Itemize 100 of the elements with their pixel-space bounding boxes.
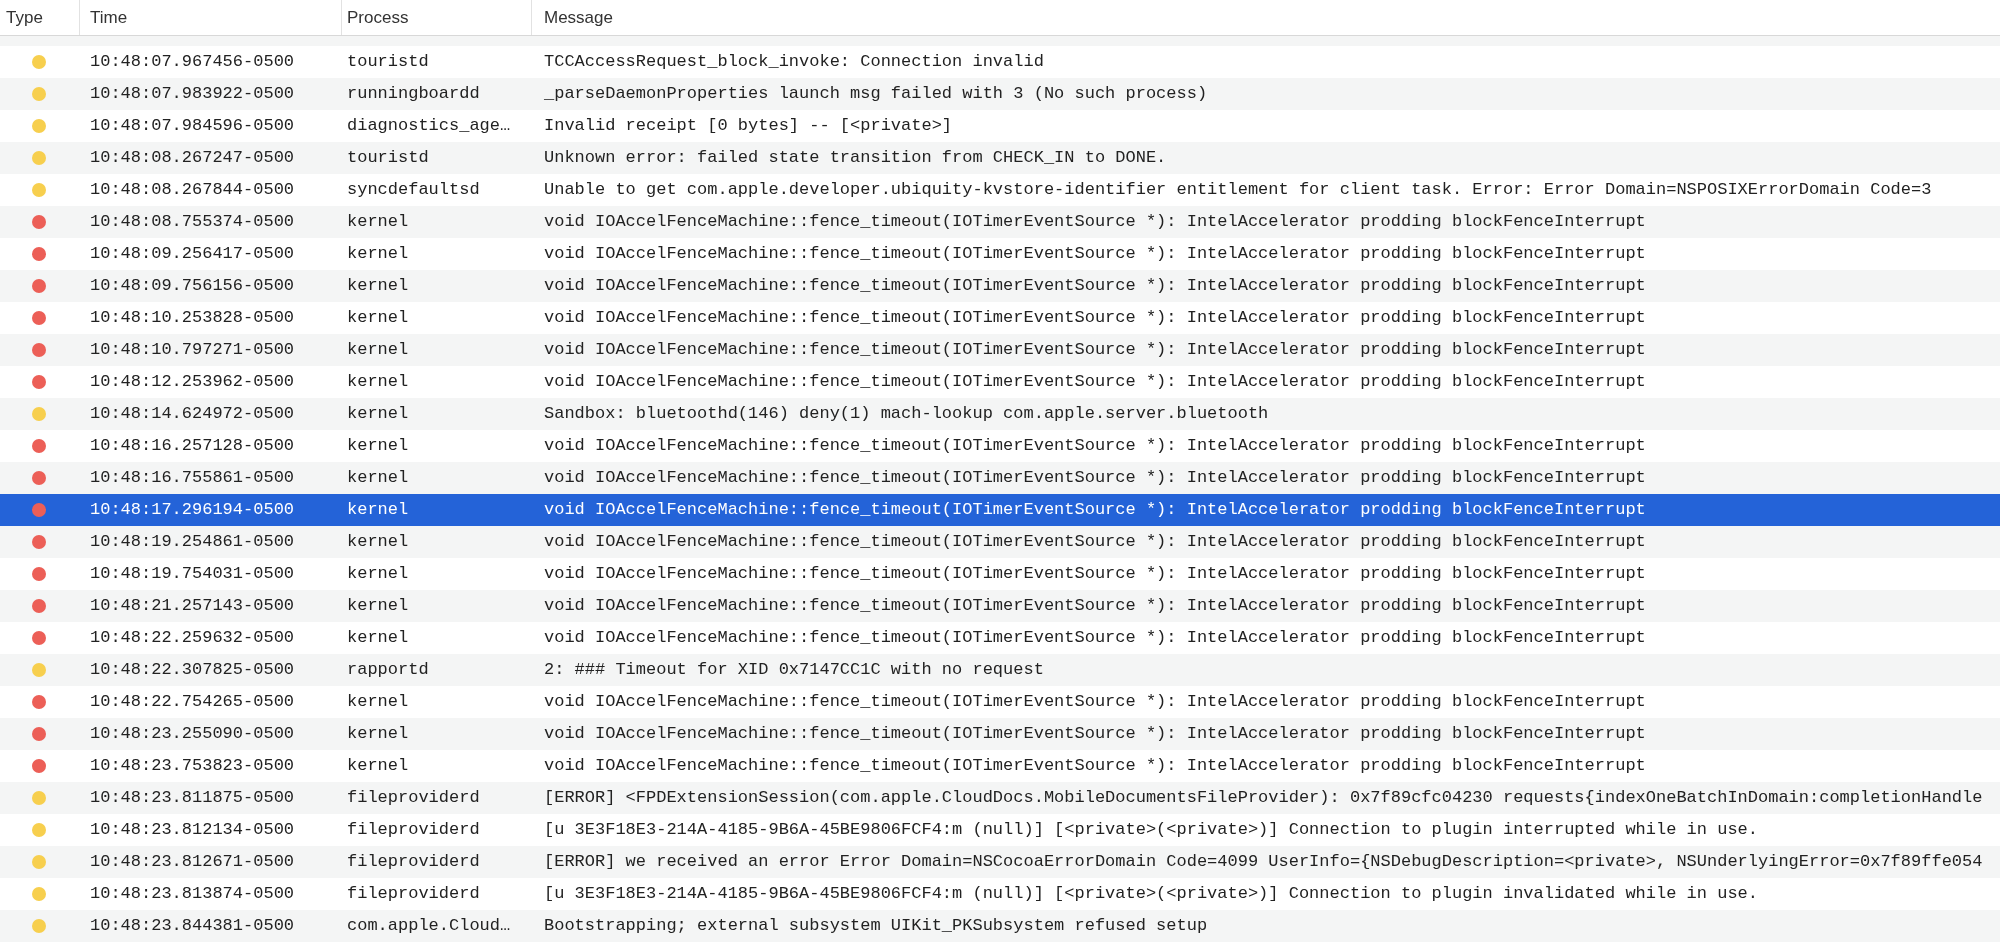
log-row[interactable]: 10:48:23.811875-0500 fileproviderd [ERROR] <FPDExtensionSession(com.apple.CloudDocs.MobileDocumentsFileProvider): 0x7f89cfc04230 requests{indexOneBatchInDomain:completionHandle [0, 782, 2000, 814]
log-row[interactable]: 10:48:19.254861-0500 kernel void IOAccelFenceMachine::fence_timeout(IOTimerEventSource *): IntelAccelerator prodding blockFenceInterrupt [0, 526, 2000, 558]
message-cell: _parseDaemonProperties launch msg failed with 3 (No such process) [544, 84, 1208, 104]
process-cell: fileproviderd [347, 820, 480, 840]
time-cell: 10:48:10.253828-0500 [90, 308, 295, 328]
process-cell: kernel [347, 276, 409, 296]
process-cell: diagnostics_age… [347, 116, 511, 136]
process-cell: kernel [347, 340, 409, 360]
time-cell: 10:48:23.812671-0500 [90, 852, 295, 872]
message-cell: Invalid receipt [0 bytes] -- [<private>] [544, 116, 953, 136]
time-cell: 10:48:16.755861-0500 [90, 468, 295, 488]
log-row[interactable]: 10:48:09.756156-0500 kernel void IOAccelFenceMachine::fence_timeout(IOTimerEventSource *): IntelAccelerator prodding blockFenceInterrupt [0, 270, 2000, 302]
process-cell: kernel [347, 564, 409, 584]
time-cell: 10:48:09.756156-0500 [90, 276, 295, 296]
log-row[interactable]: 10:48:21.257143-0500 kernel void IOAccelFenceMachine::fence_timeout(IOTimerEventSource *): IntelAccelerator prodding blockFenceInterrupt [0, 590, 2000, 622]
process-cell: kernel [347, 692, 409, 712]
process-cell: kernel [347, 436, 409, 456]
process-cell: kernel [347, 532, 409, 552]
process-cell: fileproviderd [347, 884, 480, 904]
log-row[interactable]: 10:48:23.812671-0500 fileproviderd [ERROR] we received an error Error Domain=NSCocoaErrorDomain Code=4099 UserInfo={NSDebugDescription=<private>, NSUnderlyingError=0x7f89ffe054 [0, 846, 2000, 878]
message-cell: Unable to get com.apple.developer.ubiquity-kvstore-identifier entitlement for client task. Error: Error Domain=NSPOSIXErrorDomain Code=3 [544, 180, 1932, 200]
process-cell: kernel [347, 372, 409, 392]
message-cell: void IOAccelFenceMachine::fence_timeout(IOTimerEventSource *): IntelAccelerator prodding blockFenceInterrupt [544, 724, 1646, 744]
process-cell: kernel [347, 500, 409, 520]
message-cell: void IOAccelFenceMachine::fence_timeout(IOTimerEventSource *): IntelAccelerator prodding blockFenceInterrupt [544, 244, 1646, 264]
message-cell: void IOAccelFenceMachine::fence_timeout(IOTimerEventSource *): IntelAccelerator prodding blockFenceInterrupt [544, 308, 1646, 328]
process-cell: fileproviderd [347, 852, 480, 872]
message-cell: void IOAccelFenceMachine::fence_timeout(IOTimerEventSource *): IntelAccelerator prodding blockFenceInterrupt [544, 276, 1646, 296]
message-cell: void IOAccelFenceMachine::fence_timeout(IOTimerEventSource *): IntelAccelerator prodding blockFenceInterrupt [544, 372, 1646, 392]
time-cell: 10:48:22.307825-0500 [90, 660, 295, 680]
time-cell: 10:48:10.797271-0500 [90, 340, 295, 360]
message-cell: 2: ### Timeout for XID 0x7147CC1C with no request [544, 660, 1044, 680]
time-cell: 10:48:23.812134-0500 [90, 820, 295, 840]
process-cell: fileproviderd [347, 788, 480, 808]
message-cell: Unknown error: failed state transition from CHECK_IN to DONE. [544, 148, 1167, 168]
time-cell: 10:48:12.253962-0500 [90, 372, 295, 392]
message-cell: [u 3E3F18E3-214A-4185-9B6A-45BE9806FCF4:m (null)] [<private>(<private>)] Connection to plugin interrupted while in use. [544, 820, 1758, 840]
message-cell: [ERROR] we received an error Error Domain=NSCocoaErrorDomain Code=4099 UserInfo={NSDebugDescription=<private>, NSUnderlyingError=0x7f89ffe054 [544, 852, 1983, 872]
log-row[interactable]: 10:48:16.755861-0500 kernel void IOAccelFenceMachine::fence_timeout(IOTimerEventSource *): IntelAccelerator prodding blockFenceInterrupt [0, 462, 2000, 494]
process-cell: kernel [347, 756, 409, 776]
column-header[interactable]: Process [347, 4, 409, 31]
process-cell: syncdefaultsd [347, 180, 480, 200]
process-cell: kernel [347, 308, 409, 328]
log-row[interactable]: 10:48:22.307825-0500 rapportd 2: ### Timeout for XID 0x7147CC1C with no request [0, 654, 2000, 686]
process-cell: rapportd [347, 660, 429, 680]
message-cell: Bootstrapping; external subsystem UIKit_PKSubsystem refused setup [544, 916, 1208, 936]
time-cell: 10:48:09.256417-0500 [90, 244, 295, 264]
process-cell: touristd [347, 52, 429, 72]
time-cell: 10:48:19.754031-0500 [90, 564, 295, 584]
message-cell: void IOAccelFenceMachine::fence_timeout(IOTimerEventSource *): IntelAccelerator prodding blockFenceInterrupt [544, 212, 1646, 232]
log-row[interactable]: 10:48:08.267247-0500 touristd Unknown error: failed state transition from CHECK_IN to DONE. [0, 142, 2000, 174]
message-cell: void IOAccelFenceMachine::fence_timeout(IOTimerEventSource *): IntelAccelerator prodding blockFenceInterrupt [544, 340, 1646, 360]
message-cell: void IOAccelFenceMachine::fence_timeout(IOTimerEventSource *): IntelAccelerator prodding blockFenceInterrupt [544, 500, 1646, 520]
message-cell: [ERROR] <FPDExtensionSession(com.apple.CloudDocs.MobileDocumentsFileProvider): 0x7f89cfc04230 requests{indexOneBatchInDomain:completionHandle [544, 788, 1983, 808]
process-cell: kernel [347, 628, 409, 648]
time-cell: 10:48:07.983922-0500 [90, 84, 295, 104]
time-cell: 10:48:23.255090-0500 [90, 724, 295, 744]
process-cell: kernel [347, 596, 409, 616]
time-cell: 10:48:22.259632-0500 [90, 628, 295, 648]
message-cell: void IOAccelFenceMachine::fence_timeout(IOTimerEventSource *): IntelAccelerator prodding blockFenceInterrupt [544, 532, 1646, 552]
process-cell: kernel [347, 244, 409, 264]
time-cell: 10:48:23.753823-0500 [90, 756, 295, 776]
log-row[interactable]: 10:48:08.755374-0500 kernel void IOAccelFenceMachine::fence_timeout(IOTimerEventSource *): IntelAccelerator prodding blockFenceInterrupt [0, 206, 2000, 238]
time-cell: 10:48:08.267844-0500 [90, 180, 295, 200]
message-cell: Sandbox: bluetoothd(146) deny(1) mach-lookup com.apple.server.bluetooth [544, 404, 1269, 424]
time-cell: 10:48:08.267247-0500 [90, 148, 295, 168]
log-row[interactable]: 10:48:10.797271-0500 kernel void IOAccelFenceMachine::fence_timeout(IOTimerEventSource *): IntelAccelerator prodding blockFenceInterrupt [0, 334, 2000, 366]
message-cell: [u 3E3F18E3-214A-4185-9B6A-45BE9806FCF4:m (null)] [<private>(<private>)] Connection to plugin invalidated while in use. [544, 884, 1758, 904]
process-cell: com.apple.Cloud… [347, 916, 511, 936]
message-cell: void IOAccelFenceMachine::fence_timeout(IOTimerEventSource *): IntelAccelerator prodding blockFenceInterrupt [544, 596, 1646, 616]
time-cell: 10:48:21.257143-0500 [90, 596, 295, 616]
log-row[interactable]: 10:48:17.296194-0500 kernel void IOAccelFenceMachine::fence_timeout(IOTimerEventSource *): IntelAccelerator prodding blockFenceInterrupt [0, 494, 2000, 526]
time-cell: 10:48:14.624972-0500 [90, 404, 295, 424]
message-cell: void IOAccelFenceMachine::fence_timeout(IOTimerEventSource *): IntelAccelerator prodding blockFenceInterrupt [544, 692, 1646, 712]
log-row[interactable]: 10:48:07.983922-0500 runningboardd _parseDaemonProperties launch msg failed with 3 (No such process) [0, 78, 2000, 110]
message-cell: void IOAccelFenceMachine::fence_timeout(IOTimerEventSource *): IntelAccelerator prodding blockFenceInterrupt [544, 564, 1646, 584]
process-cell: kernel [347, 468, 409, 488]
column-header[interactable]: Type [6, 4, 43, 31]
time-cell: 10:48:23.844381-0500 [90, 916, 295, 936]
log-row[interactable]: 10:48:23.844381-0500 com.apple.Cloud… Bootstrapping; external subsystem UIKit_PKSubsystem refused setup [0, 910, 2000, 942]
time-cell: 10:48:23.813874-0500 [90, 884, 295, 904]
time-cell: 10:48:08.755374-0500 [90, 212, 295, 232]
time-cell: 10:48:22.754265-0500 [90, 692, 295, 712]
message-cell: void IOAccelFenceMachine::fence_timeout(IOTimerEventSource *): IntelAccelerator prodding blockFenceInterrupt [544, 436, 1646, 456]
time-cell: 10:48:07.967456-0500 [90, 52, 295, 72]
log-row[interactable]: 10:48:23.255090-0500 kernel void IOAccelFenceMachine::fence_timeout(IOTimerEventSource *): IntelAccelerator prodding blockFenceInterrupt [0, 718, 2000, 750]
time-cell: 10:48:07.984596-0500 [90, 116, 295, 136]
time-cell: 10:48:16.257128-0500 [90, 436, 295, 456]
message-cell: void IOAccelFenceMachine::fence_timeout(IOTimerEventSource *): IntelAccelerator prodding blockFenceInterrupt [544, 468, 1646, 488]
time-cell: 10:48:19.254861-0500 [90, 532, 295, 552]
process-cell: kernel [347, 724, 409, 744]
log-row[interactable]: 10:48:14.624972-0500 kernel Sandbox: bluetoothd(146) deny(1) mach-lookup com.apple.server.bluetooth [0, 398, 2000, 430]
column-header[interactable]: Time [90, 4, 128, 31]
message-cell: void IOAccelFenceMachine::fence_timeout(IOTimerEventSource *): IntelAccelerator prodding blockFenceInterrupt [544, 756, 1646, 776]
time-cell: 10:48:23.811875-0500 [90, 788, 295, 808]
message-cell: void IOAccelFenceMachine::fence_timeout(IOTimerEventSource *): IntelAccelerator prodding blockFenceInterrupt [544, 628, 1646, 648]
process-cell: touristd [347, 148, 429, 168]
process-cell: kernel [347, 404, 409, 424]
column-header[interactable]: Message [544, 4, 613, 31]
process-cell: runningboardd [347, 84, 480, 104]
